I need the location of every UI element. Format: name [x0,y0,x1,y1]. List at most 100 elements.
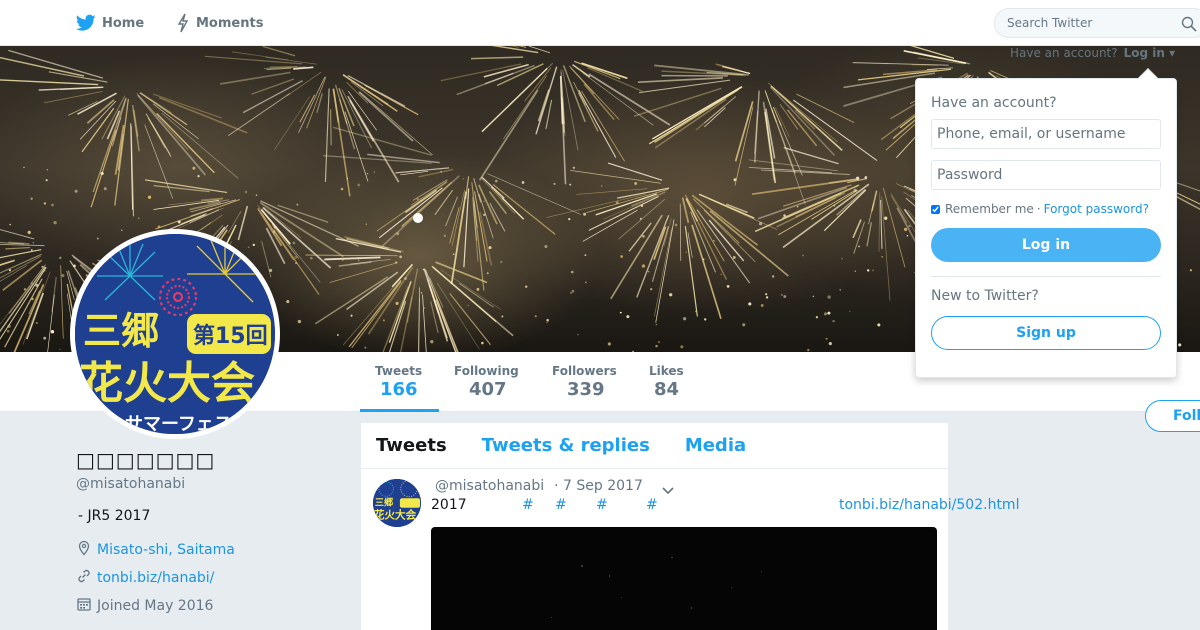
profile-location[interactable]: Misato-shi, Saitama [76,540,235,560]
firework-spark [647,270,650,273]
tab-tweets-replies[interactable]: Tweets & replies [482,435,650,456]
calendar-icon [76,596,92,616]
firework-spark [404,276,408,281]
stat-likes[interactable]: Likes 84 [649,352,684,412]
tweet-media-image[interactable] [431,527,937,630]
firework-spark [346,177,349,180]
tweet-link[interactable]: tonbi.biz/hanabi/502.html [839,497,1019,513]
firework-streak [348,279,402,348]
firework-streak [636,214,670,298]
tab-tweets[interactable]: Tweets [376,435,447,456]
follow-button[interactable]: Follow [1145,400,1200,432]
login-button[interactable]: Log in [931,228,1161,262]
username-field[interactable] [931,119,1161,149]
tweet-header: @misatohanabi · 7 Sep 2017 [435,478,643,494]
link-icon [76,568,92,588]
firework-streak [324,88,330,182]
timeline-tabs: Tweets Tweets & replies Media [361,423,948,469]
search-input[interactable] [1007,16,1177,30]
firework-streak [489,202,506,232]
forgot-password-link[interactable]: Forgot password? [1044,202,1149,216]
firework-streak [424,269,459,352]
tweet-logo-text-misato: 三郷 [375,496,394,508]
firework-streak [570,170,661,184]
firework-spark [568,217,571,221]
firework-spark [812,295,815,298]
firework-streak [545,99,553,130]
firework-streak [881,196,891,301]
stat-followers[interactable]: Followers 339 [552,352,617,412]
nav-home-label: Home [102,15,145,31]
tweet-handle[interactable]: @misatohanabi [435,478,544,494]
tweet-date[interactable]: · 7 Sep 2017 [554,478,643,494]
firework-spark [615,201,619,205]
profile-handle[interactable]: @misatohanabi [76,476,185,492]
search-icon[interactable] [1181,16,1197,36]
firework-streak [350,259,391,265]
stat-tweets[interactable]: Tweets 166 [360,352,439,412]
firework-spark [177,220,181,224]
password-field[interactable] [931,160,1161,190]
firework-spark [553,182,556,185]
firework-streak [262,46,296,57]
profile-website[interactable]: tonbi.biz/hanabi/ [76,568,214,588]
firework-streak [219,71,291,85]
firework-spark [45,179,48,182]
remember-me-label[interactable]: Remember me [945,202,1034,216]
remember-me-checkbox[interactable] [931,204,940,214]
avatar[interactable]: 三郷 第15回 花火大会 サマーフェスティ [70,229,280,439]
firework-spark [467,304,469,307]
firework-streak [734,106,754,186]
nav-moments[interactable]: Moments [176,0,263,46]
firework-spark [546,318,549,322]
firework-spark [6,329,10,333]
firework-streak [260,200,359,247]
firework-spark [841,257,843,260]
tweet-hashtag[interactable]: # [646,497,658,513]
firework-spark [685,251,687,253]
firework-streak [910,46,955,59]
firework-spark [74,189,78,193]
firework-streak [339,99,348,125]
account-prompt-text: Have an account? [1010,46,1118,60]
nav-home[interactable]: Home [76,0,144,46]
firework-streak [0,285,30,325]
firework-spark [23,166,25,169]
timeline: Tweets Tweets & replies Media 三郷 花火大会 @m… [361,423,1019,630]
firework-streak [470,56,524,60]
firework-spark [31,297,34,301]
firework-streak [866,222,873,247]
tweet-text: 2017 # # # # tonbi.biz/hanabi/502.html [431,497,1031,517]
firework-streak [376,181,448,232]
firework-spark [742,323,746,327]
header-login-link[interactable]: Log in ▾ [1124,46,1176,60]
signup-button[interactable]: Sign up [931,316,1161,350]
tweet-hashtag[interactable]: # [522,497,534,513]
firework-streak [131,104,140,152]
firework-spark [103,187,107,191]
firework-streak [654,228,673,317]
avatar-image: 三郷 第15回 花火大会 サマーフェスティ [75,234,275,434]
login-dropdown-title: Have an account? [931,95,1057,111]
firework-spark [783,295,787,298]
firework-streak [770,85,843,151]
firework-spark [35,283,39,287]
stat-following[interactable]: Following 407 [454,352,519,412]
firework-spark [577,333,579,336]
firework-streak [778,189,857,236]
logo-text-hanabi-taikai: 花火大会 [79,358,255,409]
firework-streak [487,173,581,215]
firework-spark [881,255,884,258]
tweet-avatar[interactable]: 三郷 花火大会 [373,479,421,527]
tweet-item[interactable]: 三郷 花火大会 @misatohanabi · 7 Sep 2017 2017 … [361,469,1019,630]
firework-streak [655,219,675,323]
firework-spark [726,285,730,288]
firework-spark [771,275,775,278]
firework-streak [782,183,870,249]
tweet-hashtag[interactable]: # [555,497,567,513]
firework-streak [242,80,303,114]
firework-spark [396,232,400,236]
tab-media[interactable]: Media [685,435,746,456]
tweet-hashtag[interactable]: # [596,497,608,513]
firework-streak [440,63,522,82]
